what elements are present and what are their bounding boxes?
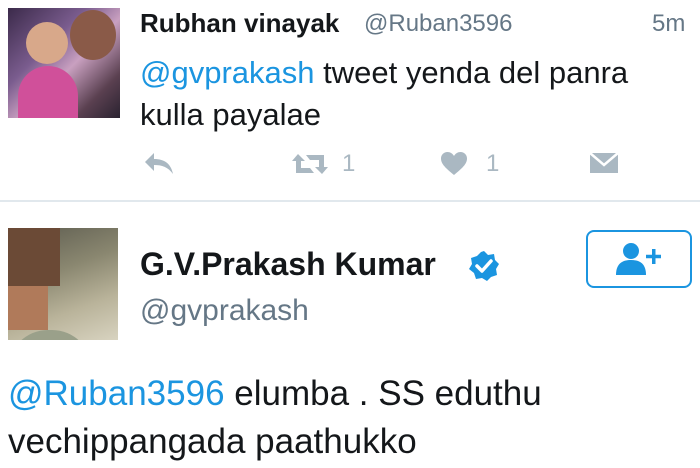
verified-icon: [469, 251, 499, 281]
like-button[interactable]: 1: [440, 150, 499, 178]
follow-button[interactable]: [586, 230, 692, 288]
tweet-author-name[interactable]: Rubhan vinayak: [140, 8, 339, 39]
retweet-count: 1: [342, 150, 356, 177]
reply-icon: [145, 153, 173, 174]
avatar-photo-figure: [8, 286, 48, 330]
avatar[interactable]: [8, 228, 118, 340]
avatar-photo-figure: [8, 228, 60, 286]
tweet-author-handle[interactable]: @Ruban3596: [364, 10, 512, 38]
tweet-mention-link[interactable]: @gvprakash: [140, 55, 315, 90]
tweet-mention-link[interactable]: @Ruban3596: [8, 374, 225, 413]
retweet-button[interactable]: 1: [290, 150, 355, 178]
like-count: 1: [486, 150, 500, 177]
avatar[interactable]: [8, 8, 120, 118]
direct-message-button[interactable]: [588, 150, 620, 176]
tweet-author-handle[interactable]: @gvprakash: [140, 294, 309, 328]
tweet-text: @Ruban3596 elumba . SS eduthu vechippang…: [8, 370, 698, 466]
avatar-photo-figure: [18, 66, 78, 118]
follow-user-icon: [616, 243, 661, 275]
tweet-divider: [0, 200, 700, 202]
tweet-author-name[interactable]: G.V.Prakash Kumar: [140, 246, 436, 283]
retweet-icon: [292, 154, 328, 174]
avatar-photo-figure: [26, 22, 68, 64]
heart-icon: [441, 152, 467, 175]
avatar-photo-figure: [8, 330, 92, 340]
tweet-text: @gvprakash tweet yenda del panra kulla p…: [140, 52, 680, 136]
avatar-photo-figure: [70, 10, 116, 60]
tweet-timestamp[interactable]: 5m: [652, 10, 685, 38]
direct-message-icon: [589, 152, 619, 173]
reply-button[interactable]: [142, 150, 176, 176]
